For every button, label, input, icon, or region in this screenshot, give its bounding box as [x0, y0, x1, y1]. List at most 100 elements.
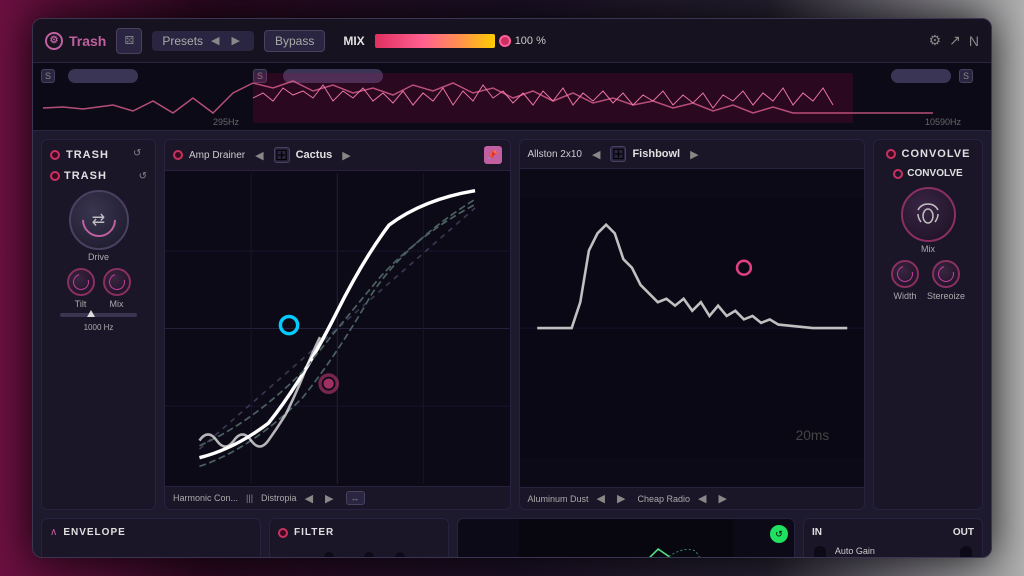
out-label: OUT: [953, 527, 974, 538]
expand-button[interactable]: ↔: [346, 491, 365, 505]
scream-slider-item: Scream: [356, 552, 384, 557]
conv-mix-knob[interactable]: [901, 187, 956, 242]
heat-track[interactable]: [395, 552, 405, 557]
conv-knob-icon: [913, 200, 943, 230]
width-knob[interactable]: [891, 260, 919, 288]
mix-knob[interactable]: [103, 268, 131, 296]
settings-icon[interactable]: ⚙: [929, 32, 942, 49]
trash-reset2[interactable]: ↺: [139, 171, 147, 182]
ir-next-button[interactable]: ▶: [686, 148, 702, 161]
mix-knob-label: Mix: [110, 299, 124, 309]
freq-value: 1000 Hz: [84, 323, 114, 332]
in-gain-section: Gain: [812, 546, 829, 557]
frequency-track[interactable]: [324, 552, 334, 557]
convolve-label: CONVOLVE: [907, 168, 962, 179]
trash-label: TRASH: [64, 170, 107, 182]
in-out-labels: IN OUT: [812, 527, 974, 538]
small-knobs: Tilt Mix: [50, 268, 147, 309]
drive-knob[interactable]: ⇄: [69, 190, 129, 250]
dist-indicator[interactable]: [173, 150, 183, 160]
presets-label: Presets: [162, 34, 203, 48]
drive-label: Drive: [88, 252, 109, 262]
waveform-bar: S S S 295Hz 10590Hz: [33, 63, 991, 131]
ir-footer-prev[interactable]: ◀: [593, 492, 609, 505]
auto-gain-label: Auto Gain: [835, 546, 951, 556]
ir-footer2-next[interactable]: ▶: [714, 492, 730, 505]
mix-label: MIX: [343, 34, 364, 48]
refresh-button[interactable]: ↺: [770, 525, 788, 543]
width-container: Width: [891, 260, 919, 301]
controls-section: Auto Gain On Off Limiter On Off: [835, 546, 951, 557]
dist-footer-prev[interactable]: ◀: [301, 492, 317, 505]
mix-container: Mix: [103, 268, 131, 309]
freq-marker: [87, 310, 95, 317]
ir-module2-label: Fishbowl: [632, 148, 680, 160]
dist-next-button[interactable]: ▶: [338, 149, 354, 162]
share-icon[interactable]: ↗: [949, 32, 961, 49]
dist-prev-button[interactable]: ◀: [251, 149, 267, 162]
distortion-panel: Amp Drainer ◀ ⊞ Cactus ▶ 📌: [164, 139, 511, 510]
out-gain-slider[interactable]: [960, 546, 972, 557]
dist-footer2: Distropia: [261, 493, 297, 503]
dice-button[interactable]: ⚄: [116, 28, 142, 54]
header-bar: ⚙ Trash ⚄ Presets ◀ ▶ Bypass MIX 100 % ⚙…: [33, 19, 991, 63]
convolve-on-indicator[interactable]: [893, 169, 903, 179]
ir-footer2-prev[interactable]: ◀: [694, 492, 710, 505]
tilt-label: Tilt: [75, 299, 87, 309]
trash-on-indicator[interactable]: [50, 171, 60, 181]
svg-text:20ms: 20ms: [795, 428, 829, 443]
dist-footer-icon[interactable]: |||: [246, 493, 253, 503]
convolve-panel: CONVOLVE CONVOLVE Mix: [873, 139, 983, 510]
convolve-header: CONVOLVE: [886, 148, 971, 160]
stereoize-container: Stereoize: [927, 260, 965, 301]
ir-waveform-svg: 20ms: [520, 169, 865, 487]
in-label: IN: [812, 527, 822, 538]
dist-footer-next[interactable]: ▶: [321, 492, 337, 505]
convolve-header2: CONVOLVE: [893, 168, 962, 179]
prev-preset-button[interactable]: ◀: [207, 34, 223, 47]
ir-prev-button[interactable]: ◀: [588, 148, 604, 161]
convolve-title: CONVOLVE: [902, 148, 971, 160]
filter-header: FILTER: [278, 527, 440, 538]
filter-indicator[interactable]: [278, 528, 288, 538]
ir-footer: Aluminum Dust ◀ ▶ Cheap Radio ◀ ▶: [520, 487, 865, 509]
viz-svg: [458, 519, 794, 557]
trash-header: TRASH ↺: [50, 148, 147, 162]
trash-indicator[interactable]: [50, 150, 60, 160]
transfer-curve-svg: [165, 171, 510, 486]
ir-footer-next[interactable]: ▶: [613, 492, 629, 505]
drive-knob-container: ⇄ Drive: [50, 190, 147, 262]
trash-reset-button[interactable]: ↺: [133, 148, 147, 162]
dist-footer1: Harmonic Con...: [173, 493, 238, 503]
stereoize-knob[interactable]: [932, 260, 960, 288]
ir-panel: Allston 2x10 ◀ ⊞ Fishbowl ▶: [519, 139, 866, 510]
ir-grid-icon[interactable]: ⊞: [610, 146, 626, 162]
meter-bar: [375, 34, 495, 48]
dist-footer: Harmonic Con... ||| Distropia ◀ ▶ ↔: [165, 486, 510, 509]
filter-title: FILTER: [294, 527, 334, 538]
ir-content: 20ms: [520, 169, 865, 487]
filter-sliders: Frequency Scream Heat: [278, 544, 440, 557]
pin-button[interactable]: 📌: [484, 146, 502, 164]
in-gain-slider[interactable]: [814, 546, 826, 557]
width-label: Width: [893, 291, 916, 301]
bypass-button[interactable]: Bypass: [264, 30, 325, 52]
filter-panel: FILTER Frequency Scream: [269, 518, 449, 557]
presets-area[interactable]: Presets ◀ ▶: [152, 31, 254, 51]
in-out-content: Gain Auto Gain On Off Limiter: [812, 546, 974, 557]
freq-slider[interactable]: [60, 313, 138, 317]
ir-module1-label: Allston 2x10: [528, 149, 582, 160]
scream-track[interactable]: [364, 552, 374, 557]
stereoize-label: Stereoize: [927, 291, 965, 301]
next-preset-button[interactable]: ▶: [228, 34, 244, 47]
trash-panel: TRASH ↺ TRASH ↺ ⇄ Drive: [41, 139, 156, 510]
envelope-panel: ∧ ENVELOPE Modulation Attack: [41, 518, 261, 557]
ni-logo: N: [969, 33, 979, 49]
auto-gain-control: Auto Gain On Off: [835, 546, 951, 557]
ir-footer1: Aluminum Dust: [528, 494, 589, 504]
dist-grid-icon[interactable]: ⊞: [274, 147, 290, 163]
tilt-container: Tilt: [67, 268, 95, 309]
tilt-knob[interactable]: [67, 268, 95, 296]
convolve-indicator[interactable]: [886, 149, 896, 159]
dist-module2-label: Cactus: [296, 149, 333, 161]
